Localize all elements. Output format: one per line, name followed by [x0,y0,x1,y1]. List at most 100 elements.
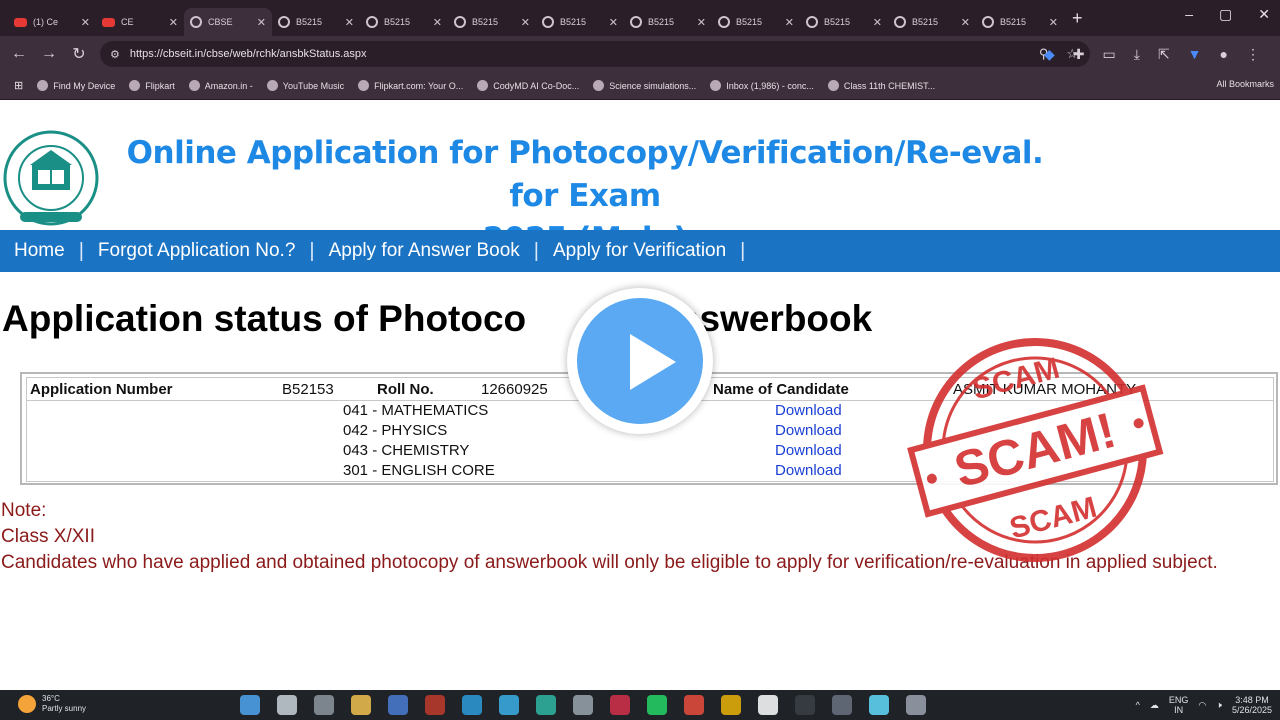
app-icon[interactable] [832,695,852,715]
nav-link[interactable]: Home [0,240,79,262]
x-icon[interactable] [758,695,778,715]
note-class: Class X/XII [1,526,95,547]
clock-date: 5/26/2025 [1231,705,1272,715]
language-code: ENG [1168,695,1189,705]
tab-close-icon[interactable]: ✕ [257,16,266,29]
store-icon[interactable] [388,695,408,715]
profile-icon[interactable]: ● [1220,46,1228,63]
app-icon[interactable] [425,695,445,715]
browser-tab[interactable]: (1) Ce ✕ [8,8,96,36]
extensions-puzzle-icon[interactable]: ✚ [1073,46,1085,63]
extension-icon[interactable]: ◆ [1044,46,1055,63]
volume-icon[interactable]: 🕨 [1216,700,1222,711]
nav-link[interactable]: Apply for Verification [539,240,740,262]
bookmark-favicon-icon [593,80,605,91]
app-icon[interactable] [610,695,630,715]
search-icon[interactable] [277,695,297,715]
printer-icon[interactable] [573,695,593,715]
globe-icon [278,16,290,28]
tab-close-icon[interactable]: ✕ [345,16,354,29]
browser-tab[interactable]: B5215 ✕ [448,8,536,36]
tab-close-icon[interactable]: ✕ [697,16,706,29]
reload-icon[interactable]: ↻ [64,44,94,64]
browser-tab[interactable]: CE ✕ [96,8,184,36]
tab-close-icon[interactable]: ✕ [433,16,442,29]
react-icon[interactable] [869,695,889,715]
browser-tab[interactable]: CBSE ✕ [184,8,272,36]
screen: (1) Ce ✕ CE ✕ CBSE ✕ B5215 ✕ B5215 ✕ B5215 ✕ B5215 ✕ B… [0,0,1280,720]
weather-widget[interactable]: 36°C Partly sunny [18,694,86,714]
tab-close-icon[interactable]: ✕ [1049,16,1058,29]
back-icon[interactable]: ← [4,45,34,63]
bookmark-item[interactable]: YouTube Music [266,80,344,91]
bookmark-item[interactable]: Flipkart.com: Your O... [358,80,463,91]
tab-close-icon[interactable]: ✕ [169,16,178,29]
windows-taskbar: 36°C Partly sunny ^ ☁ ENG IN ◠ 🕨 3:48 PM… [0,690,1280,720]
bookmark-item[interactable]: Flipkart [129,80,175,91]
bookmark-label: CodyMD AI Co-Doc... [493,80,580,91]
tab-label: B5215 [912,17,939,27]
bookmark-item[interactable]: Class 11th CHEMIST... [827,80,935,91]
download-link[interactable]: Download [775,442,842,459]
bookmark-item[interactable]: Inbox (1,986) - conc... [710,80,814,91]
apps-grid-icon[interactable]: ⊞ [14,79,23,92]
app-icon[interactable] [795,695,815,715]
address-bar[interactable]: ⚙ https://cbseit.in/cbse/web/rchk/ansbkS… [100,41,1090,67]
nav-link[interactable]: Apply for Answer Book [315,240,534,262]
tab-close-icon[interactable]: ✕ [961,16,970,29]
all-bookmarks-link[interactable]: All Bookmarks [1216,79,1274,89]
site-info-icon[interactable]: ⚙ [110,48,120,61]
tab-close-icon[interactable]: ✕ [81,16,90,29]
browser-tab[interactable]: B5215 ✕ [800,8,888,36]
app-icon[interactable] [684,695,704,715]
browser-tab[interactable]: B5215 ✕ [712,8,800,36]
menu-icon[interactable]: ⋮ [1246,46,1260,63]
forward-icon[interactable]: → [34,45,64,63]
tab-close-icon[interactable]: ✕ [785,16,794,29]
task-view-icon[interactable] [314,695,334,715]
file-explorer-icon[interactable] [351,695,371,715]
bookmark-item[interactable]: Find My Device [37,80,115,91]
filter-extension-icon[interactable]: ▼ [1188,46,1202,63]
whatsapp-icon[interactable] [647,695,667,715]
bookmark-favicon-icon [477,80,489,91]
browser-tab[interactable]: B5215 ✕ [272,8,360,36]
tray-cloud-icon[interactable]: ☁ [1150,700,1159,711]
video-play-button[interactable] [567,288,713,434]
tab-close-icon[interactable]: ✕ [521,16,530,29]
windows-start-icon[interactable] [240,695,260,715]
download-link[interactable]: Download [775,462,842,479]
minimize-icon[interactable]: – [1185,6,1193,23]
tab-strip: (1) Ce ✕ CE ✕ CBSE ✕ B5215 ✕ B5215 ✕ B5215 ✕ B5215 ✕ B… [8,0,1064,36]
close-window-icon[interactable]: ✕ [1258,6,1270,23]
nav-link[interactable]: Forgot Application No.? [84,240,310,262]
bookmark-item[interactable]: Science simulations... [593,80,696,91]
app-icon[interactable] [906,695,926,715]
browser-tab[interactable]: B5215 ✕ [624,8,712,36]
language-indicator[interactable]: ENG IN [1169,695,1189,715]
browser-tab[interactable]: B5215 ✕ [536,8,624,36]
chrome-icon[interactable] [721,695,741,715]
share-icon[interactable]: ⇱ [1158,46,1170,63]
tab-label: B5215 [296,17,323,27]
clock[interactable]: 3:48 PM 5/26/2025 [1232,695,1272,715]
download-icon[interactable]: ⤓ [1134,46,1140,63]
app-icon[interactable] [536,695,556,715]
reading-list-icon[interactable]: ▭ [1103,46,1116,63]
download-link[interactable]: Download [775,402,842,419]
scam-stamp: SCAM SCAM! SCAM [907,338,1164,562]
download-link[interactable]: Download [775,422,842,439]
maximize-icon[interactable]: ▢ [1219,6,1232,23]
browser-tab[interactable]: B5215 ✕ [976,8,1064,36]
bookmark-item[interactable]: CodyMD AI Co-Doc... [477,80,579,91]
mail-icon[interactable] [499,695,519,715]
tray-chevron-icon[interactable]: ^ [1136,700,1140,710]
wifi-icon[interactable]: ◠ [1198,700,1206,711]
tab-close-icon[interactable]: ✕ [873,16,882,29]
browser-tab[interactable]: B5215 ✕ [360,8,448,36]
edge-icon[interactable] [462,695,482,715]
browser-tab[interactable]: B5215 ✕ [888,8,976,36]
bookmark-item[interactable]: Amazon.in - [188,80,253,91]
tab-close-icon[interactable]: ✕ [609,16,618,29]
new-tab-icon[interactable]: + [1072,8,1083,29]
